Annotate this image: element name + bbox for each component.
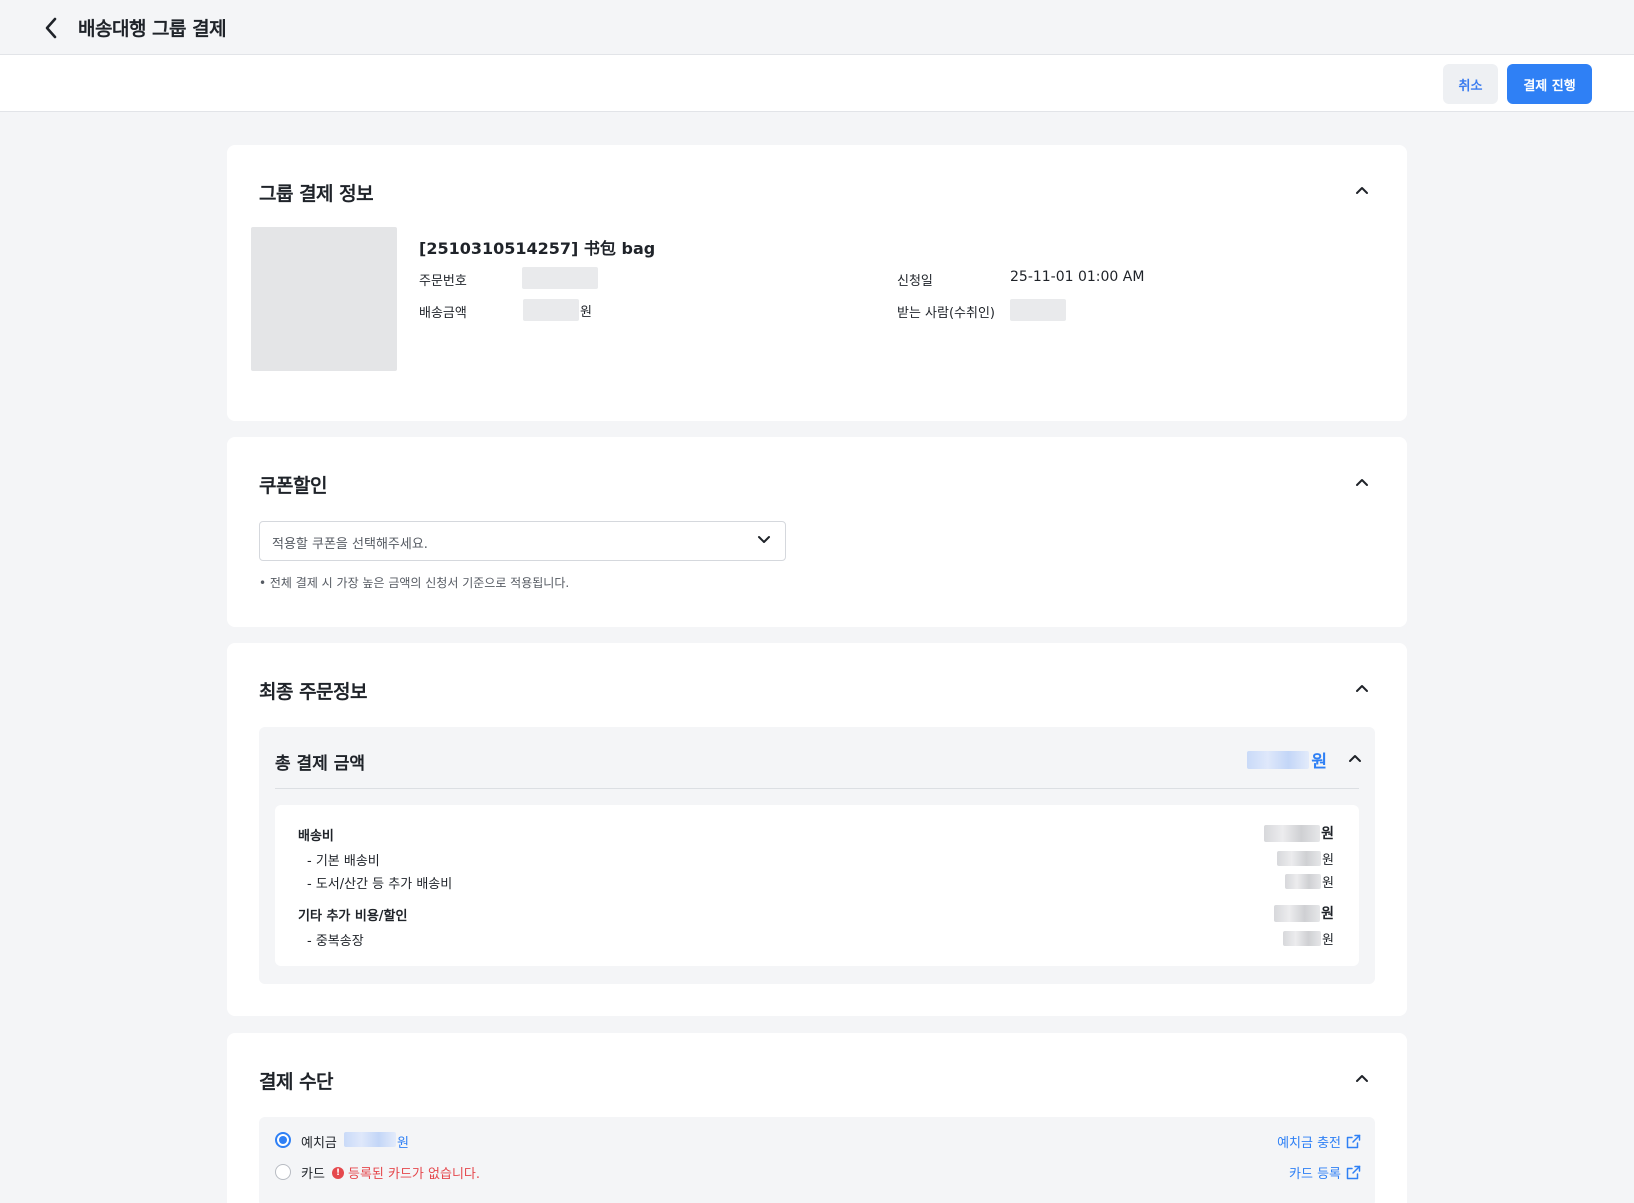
amount-value	[1285, 874, 1322, 889]
breakdown-row-label: - 기본 배송비	[307, 854, 380, 869]
deposit-balance	[344, 1132, 396, 1147]
order-number-value	[522, 267, 598, 289]
payment-method-box: 예치금 원 예치금 충전 카드 ! 등록된 카드가 없습니다. 카드 등록	[259, 1117, 1375, 1203]
recipient-label: 받는 사람(수취인)	[897, 306, 995, 321]
chevron-up-icon	[1349, 754, 1361, 762]
breakdown-row-amount: 원	[1283, 929, 1334, 948]
chevron-down-icon	[757, 532, 771, 552]
group-payment-info-card: 그룹 결제 정보 [2510310514257] 书包 bag 주문번호 배송금…	[227, 145, 1407, 421]
breakdown-row-label: 기타 추가 비용/할인	[298, 909, 408, 924]
collapse-total-button[interactable]	[1345, 748, 1365, 768]
card-label: 카드	[301, 1167, 325, 1182]
currency-unit: 원	[580, 305, 592, 320]
currency-unit: 원	[1321, 906, 1334, 922]
alert-circle-icon: !	[332, 1166, 344, 1179]
total-amount: 원	[1247, 747, 1327, 772]
breakdown-row-amount: 원	[1285, 872, 1334, 891]
currency-unit: 원	[397, 1136, 409, 1151]
external-link-icon	[1346, 1165, 1361, 1180]
breakdown-row-label: 배송비	[298, 829, 334, 844]
breakdown-row-amount: 원	[1264, 823, 1334, 843]
currency-unit: 원	[1321, 826, 1334, 842]
action-bar: 취소 결제 진행	[0, 55, 1634, 112]
shipping-amount-label: 배송금액	[419, 306, 467, 321]
breakdown-row-label: - 도서/산간 등 추가 배송비	[307, 877, 453, 892]
currency-unit: 원	[1322, 876, 1334, 891]
total-label: 총 결제 금액	[275, 754, 366, 774]
item-title: [2510310514257] 书包 bag	[419, 239, 656, 258]
currency-unit: 원	[1322, 933, 1334, 948]
page-title: 배송대행 그룹 결제	[78, 18, 227, 40]
card-register-link[interactable]: 카드 등록	[1289, 1163, 1361, 1182]
collapse-button[interactable]	[1352, 472, 1372, 492]
external-link-icon	[1346, 1134, 1361, 1149]
card-radio[interactable]	[275, 1164, 291, 1180]
coupon-select[interactable]: 적용할 쿠폰을 선택해주세요.	[259, 521, 786, 561]
section-title: 쿠폰할인	[259, 475, 327, 497]
chevron-left-icon	[45, 17, 57, 39]
card-error-text: 등록된 카드가 없습니다.	[348, 1167, 480, 1182]
card-register-label: 카드 등록	[1289, 1167, 1341, 1182]
chevron-up-icon	[1356, 684, 1368, 692]
collapse-button[interactable]	[1352, 180, 1372, 200]
payment-method-card: 결제 수단 예치금 원 예치금 충전 카드 ! 등록된 카드가 없습니다. 카드…	[227, 1033, 1407, 1203]
cost-breakdown: 배송비 원 - 기본 배송비 원 - 도서/산간 등 추가 배송비 원 기타 추…	[275, 805, 1359, 966]
amount-value	[1264, 824, 1321, 842]
collapse-button[interactable]	[1352, 1068, 1372, 1088]
final-order-card: 최종 주문정보 총 결제 금액 원 배송비 원 - 기본 배송비 원 - 도서/…	[227, 643, 1407, 1016]
amount-value	[1283, 931, 1322, 946]
proceed-payment-button[interactable]: 결제 진행	[1507, 64, 1592, 104]
recipient-value	[1010, 299, 1066, 321]
collapse-button[interactable]	[1352, 678, 1372, 698]
section-title: 최종 주문정보	[259, 681, 368, 703]
order-number-label: 주문번호	[419, 274, 467, 289]
apply-date-label: 신청일	[897, 274, 933, 289]
back-button[interactable]	[38, 14, 64, 42]
divider	[275, 788, 1359, 789]
currency-unit: 원	[1311, 752, 1327, 772]
deposit-charge-label: 예치금 충전	[1277, 1136, 1341, 1151]
coupon-note: • 전체 결제 시 가장 높은 금액의 신청서 기준으로 적용됩니다.	[259, 576, 570, 590]
shipping-amount-value	[523, 299, 579, 321]
chevron-up-icon	[1356, 478, 1368, 486]
chevron-up-icon	[1356, 186, 1368, 194]
top-bar: 배송대행 그룹 결제	[0, 0, 1634, 55]
coupon-card: 쿠폰할인 적용할 쿠폰을 선택해주세요. • 전체 결제 시 가장 높은 금액의…	[227, 437, 1407, 627]
deposit-charge-link[interactable]: 예치금 충전	[1277, 1132, 1361, 1151]
breakdown-row-amount: 원	[1277, 849, 1334, 868]
currency-unit: 원	[1322, 853, 1334, 868]
section-title: 결제 수단	[259, 1071, 334, 1093]
total-amount-value	[1247, 750, 1310, 769]
amount-value	[1277, 851, 1322, 866]
section-title: 그룹 결제 정보	[259, 183, 374, 205]
apply-date-value: 25-11-01 01:00 AM	[1010, 269, 1145, 285]
breakdown-row-amount: 원	[1274, 903, 1334, 923]
product-thumbnail	[251, 227, 397, 371]
total-summary-box: 총 결제 금액 원 배송비 원 - 기본 배송비 원 - 도서/산간 등 추가 …	[259, 727, 1375, 984]
cancel-button[interactable]: 취소	[1443, 64, 1498, 104]
card-error: ! 등록된 카드가 없습니다.	[332, 1163, 480, 1182]
chevron-up-icon	[1356, 1074, 1368, 1082]
amount-value	[1274, 904, 1321, 922]
deposit-radio[interactable]	[275, 1132, 291, 1148]
coupon-placeholder: 적용할 쿠폰을 선택해주세요.	[272, 537, 428, 552]
deposit-label: 예치금	[301, 1136, 337, 1151]
breakdown-row-label: - 중복송장	[307, 934, 364, 949]
